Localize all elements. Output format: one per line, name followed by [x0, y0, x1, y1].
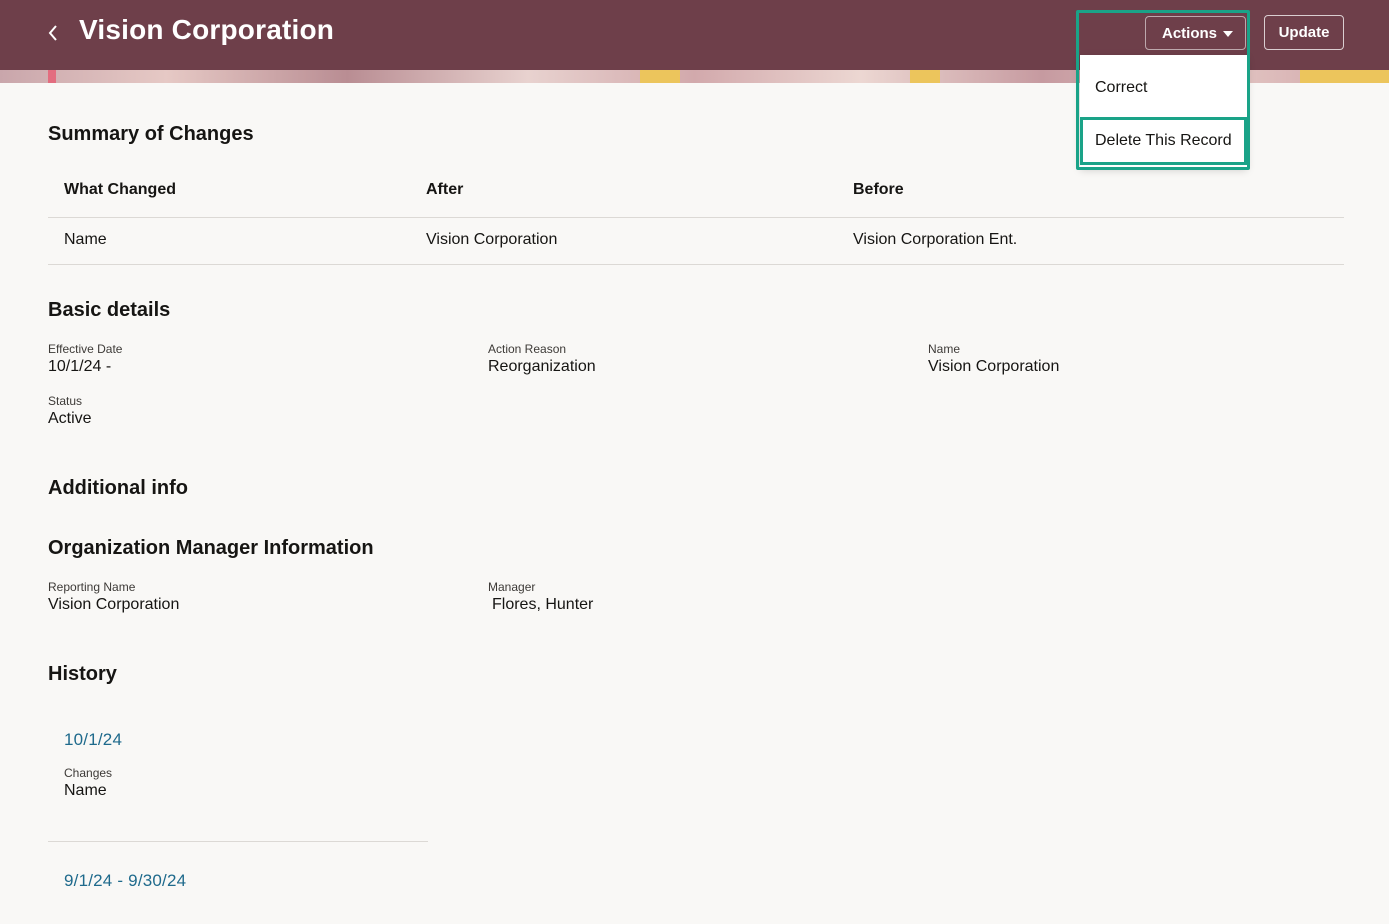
column-header-after: After — [426, 181, 464, 198]
history-title: History — [48, 663, 117, 685]
action-reason-label: Action Reason — [488, 342, 567, 356]
actions-button[interactable]: Actions — [1145, 16, 1246, 50]
actions-menu: Correct Delete This Record — [1080, 55, 1247, 167]
column-header-what-changed: What Changed — [64, 181, 176, 198]
basic-details-title: Basic details — [48, 299, 171, 321]
org-manager-title: Organization Manager Information — [48, 537, 374, 559]
update-button[interactable]: Update — [1264, 15, 1344, 50]
manager-value: Flores, Hunter — [492, 596, 594, 613]
status-value: Active — [48, 410, 92, 427]
caret-down-icon — [1223, 31, 1233, 37]
summary-title: Summary of Changes — [48, 123, 254, 145]
back-button[interactable] — [40, 20, 66, 46]
history-changes-value: Name — [64, 782, 107, 799]
table-cell-what-changed: Name — [64, 231, 107, 248]
menu-item-delete-this-record[interactable]: Delete This Record — [1080, 117, 1247, 165]
actions-button-label: Actions — [1162, 24, 1218, 42]
action-reason-value: Reorganization — [488, 358, 596, 375]
additional-info-title: Additional info — [48, 477, 188, 499]
name-label: Name — [928, 342, 961, 356]
header-band-accent — [640, 70, 680, 83]
table-cell-before: Vision Corporation Ent. — [853, 231, 1018, 248]
header-band-accent — [1300, 70, 1389, 83]
reporting-name-value: Vision Corporation — [48, 596, 180, 613]
table-divider — [48, 264, 1344, 265]
effective-date-value: 10/1/24 - — [48, 358, 112, 375]
page-title: Vision Corporation — [79, 14, 335, 45]
table-divider — [48, 217, 1344, 218]
name-value: Vision Corporation — [928, 358, 1060, 375]
menu-item-correct[interactable]: Correct — [1080, 64, 1247, 112]
history-changes-label: Changes — [64, 766, 113, 780]
status-label: Status — [48, 394, 83, 408]
column-header-before: Before — [853, 181, 904, 198]
history-divider — [48, 841, 428, 842]
reporting-name-label: Reporting Name — [48, 580, 136, 594]
effective-date-label: Effective Date — [48, 342, 123, 356]
header-band-accent — [910, 70, 940, 83]
manager-label: Manager — [488, 580, 536, 594]
history-date-link[interactable]: 10/1/24 — [64, 730, 122, 750]
header-band-accent — [48, 70, 56, 83]
table-cell-after: Vision Corporation — [426, 231, 558, 248]
chevron-left-icon — [48, 25, 57, 41]
history-date-link[interactable]: 9/1/24 - 9/30/24 — [64, 871, 186, 891]
